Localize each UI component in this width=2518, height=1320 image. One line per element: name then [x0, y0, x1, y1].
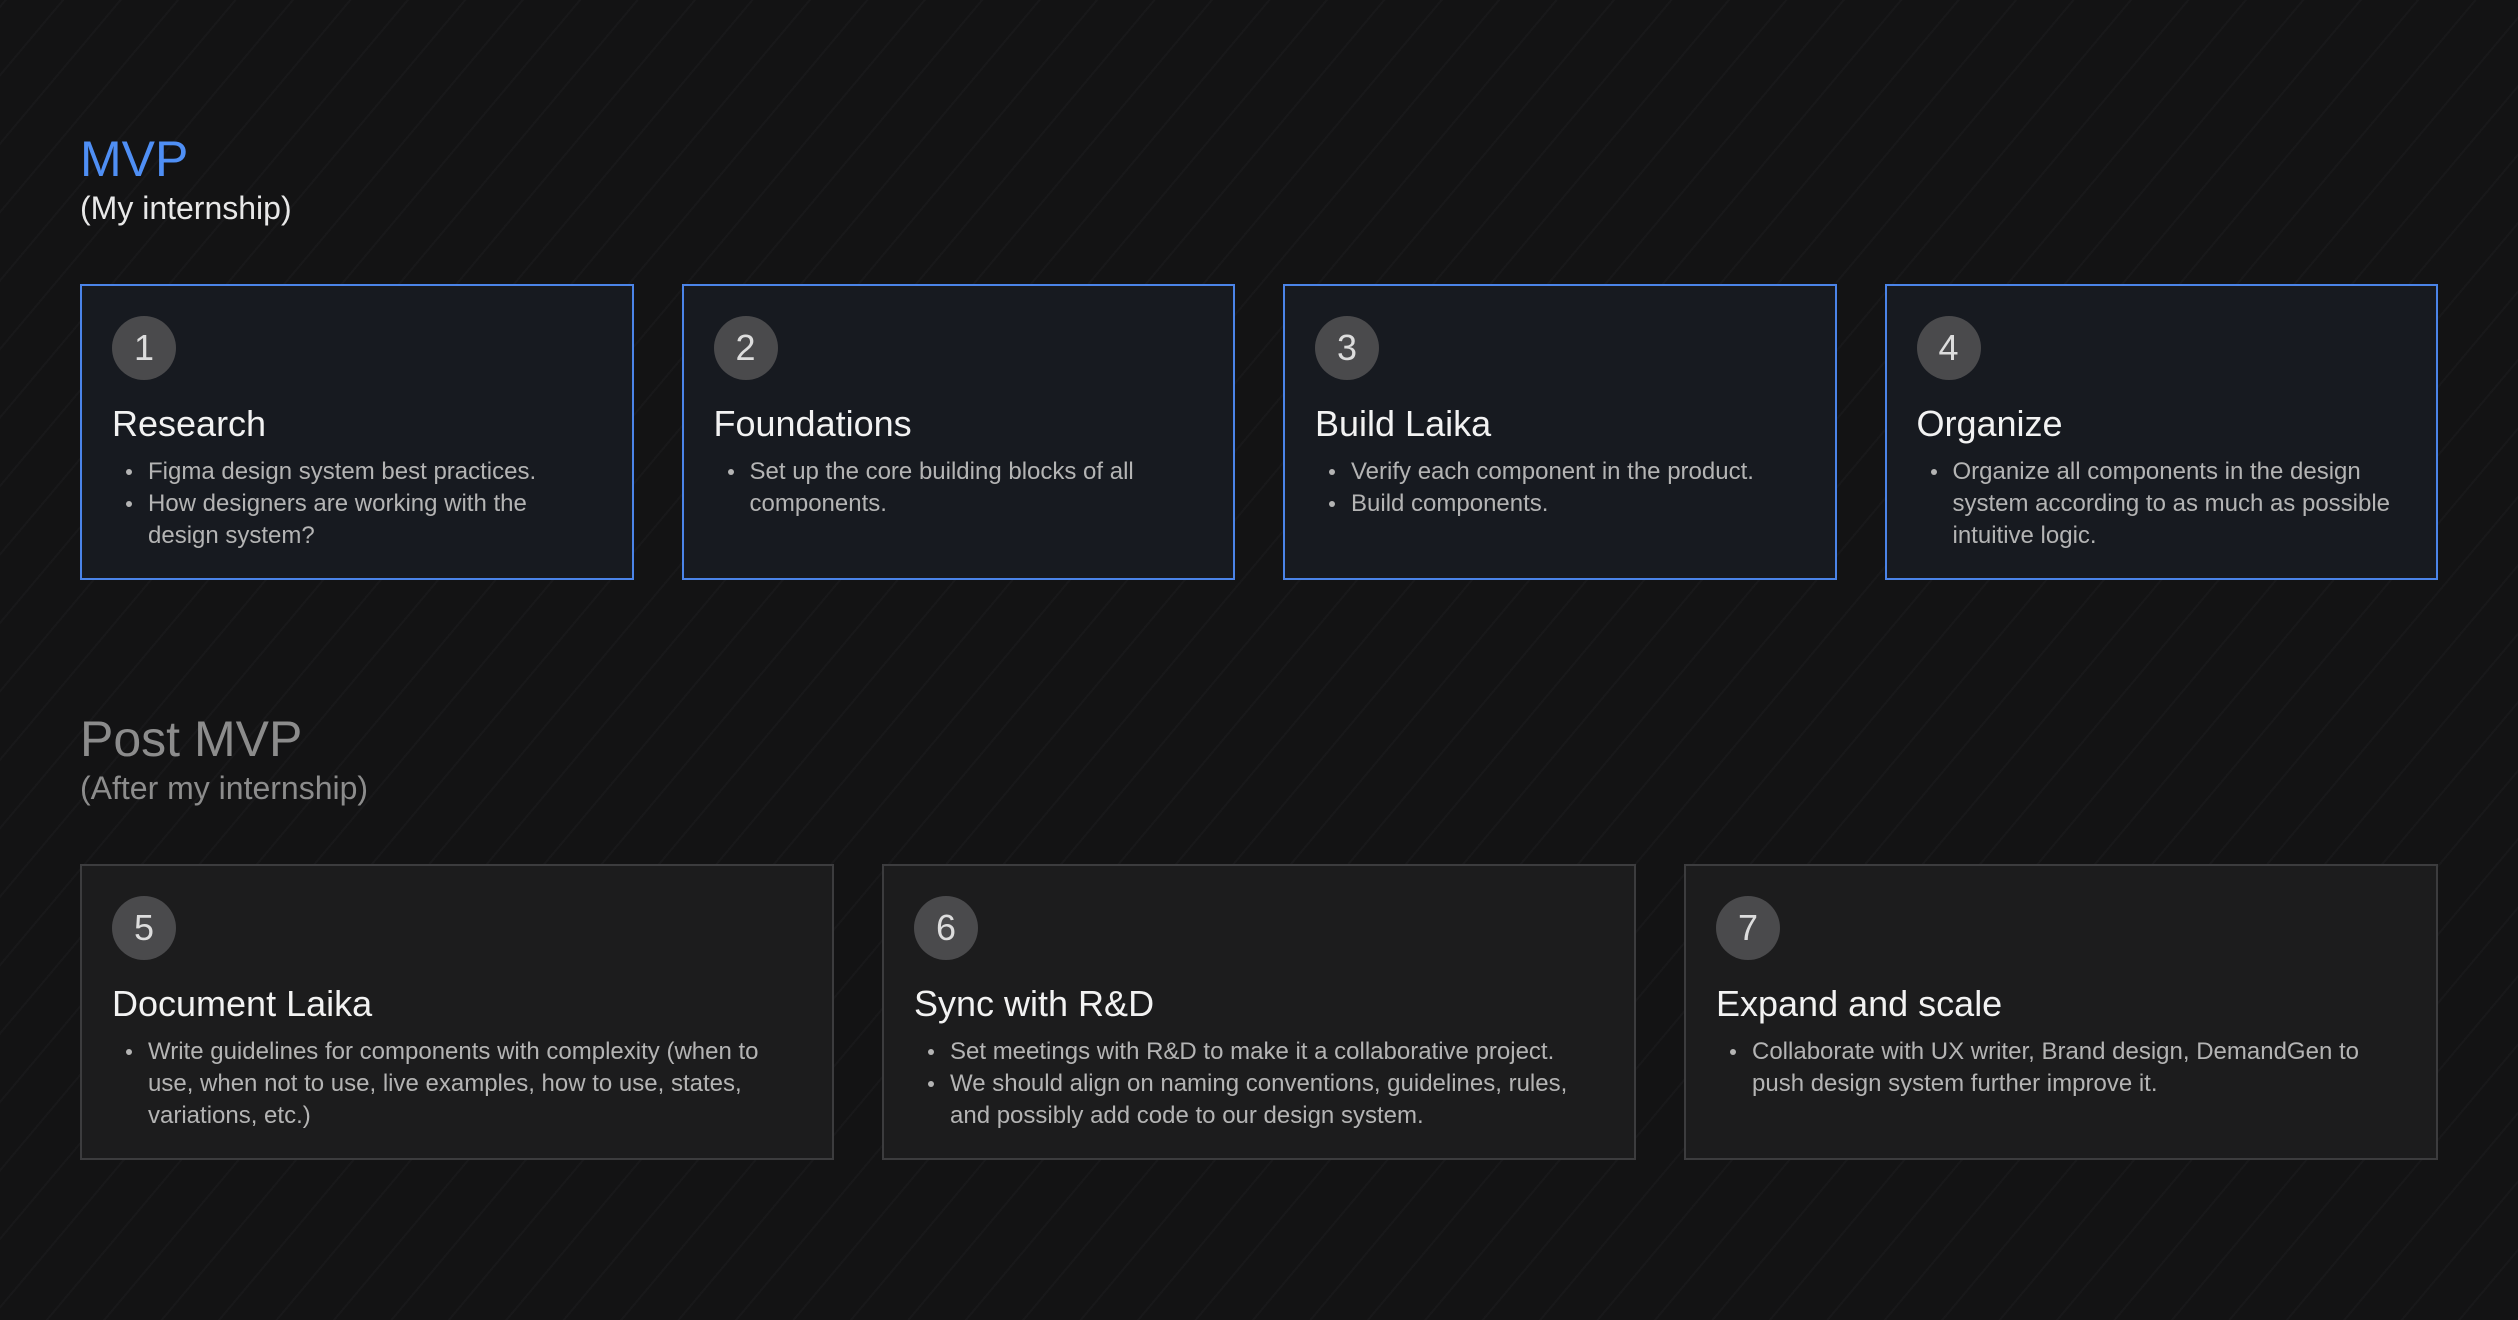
step-number-badge: 4	[1916, 316, 1981, 380]
step-bullet: Set up the core building blocks of all c…	[727, 456, 1204, 520]
step-number-badge: 7	[1716, 896, 1780, 960]
step-number-badge: 3	[1315, 316, 1379, 380]
step-card-document-laika: 5 Document Laika Write guidelines for co…	[80, 864, 834, 1160]
step-number-badge: 5	[112, 896, 176, 960]
mvp-section: MVP (My internship) 1 Research Figma des…	[80, 130, 2438, 580]
mvp-cards: 1 Research Figma design system best prac…	[80, 284, 2438, 580]
post-mvp-section: Post MVP (After my internship) 5 Documen…	[80, 710, 2438, 1160]
step-bullet: Write guidelines for components with com…	[126, 1036, 802, 1132]
step-number-badge: 2	[713, 316, 778, 380]
step-title: Expand and scale	[1716, 983, 2003, 1024]
step-bullet: Figma design system best practices.	[126, 456, 602, 488]
step-card-foundations: 2 Foundations Set up the core building b…	[681, 284, 1235, 580]
step-bullet: Build components.	[1329, 488, 1805, 520]
step-bullet: Set meetings with R&D to make it a colla…	[928, 1036, 1604, 1068]
step-title: Build Laika	[1315, 403, 1492, 444]
step-number-badge: 1	[112, 316, 176, 380]
step-title: Research	[112, 403, 267, 444]
mvp-title: MVP	[80, 131, 189, 187]
step-bullet: Organize all components in the design sy…	[1930, 456, 2407, 552]
step-bullet: We should align on naming conventions, g…	[928, 1068, 1604, 1132]
step-card-sync-rd: 6 Sync with R&D Set meetings with R&D to…	[882, 864, 1636, 1160]
step-card-research: 1 Research Figma design system best prac…	[80, 284, 634, 580]
mvp-subtitle: (My internship)	[80, 190, 292, 226]
step-card-build-laika: 3 Build Laika Verify each component in t…	[1283, 284, 1837, 580]
step-card-organize: 4 Organize Organize all components in th…	[1884, 284, 2438, 580]
step-bullet: How designers are working with the desig…	[126, 488, 602, 552]
step-bullet-list: Collaborate with UX writer, Brand design…	[1716, 1036, 2406, 1100]
post-mvp-subtitle: (After my internship)	[80, 770, 369, 806]
step-title: Document Laika	[112, 983, 373, 1024]
step-title: Sync with R&D	[914, 983, 1155, 1024]
post-mvp-title: Post MVP	[80, 711, 303, 767]
step-bullet-list: Write guidelines for components with com…	[112, 1036, 802, 1132]
step-bullet-list: Verify each component in the product. Bu…	[1315, 456, 1805, 520]
step-bullet: Collaborate with UX writer, Brand design…	[1730, 1036, 2406, 1100]
step-bullet-list: Set meetings with R&D to make it a colla…	[914, 1036, 1604, 1132]
step-bullet-list: Organize all components in the design sy…	[1917, 456, 2407, 552]
post-mvp-cards: 5 Document Laika Write guidelines for co…	[80, 864, 2438, 1160]
step-number-badge: 6	[914, 896, 978, 960]
step-card-expand-scale: 7 Expand and scale Collaborate with UX w…	[1684, 864, 2438, 1160]
step-title: Foundations	[713, 403, 912, 444]
step-title: Organize	[1916, 403, 2063, 444]
step-bullet-list: Figma design system best practices. How …	[112, 456, 602, 552]
step-bullet: Verify each component in the product.	[1329, 456, 1805, 488]
step-bullet-list: Set up the core building blocks of all c…	[714, 456, 1204, 520]
